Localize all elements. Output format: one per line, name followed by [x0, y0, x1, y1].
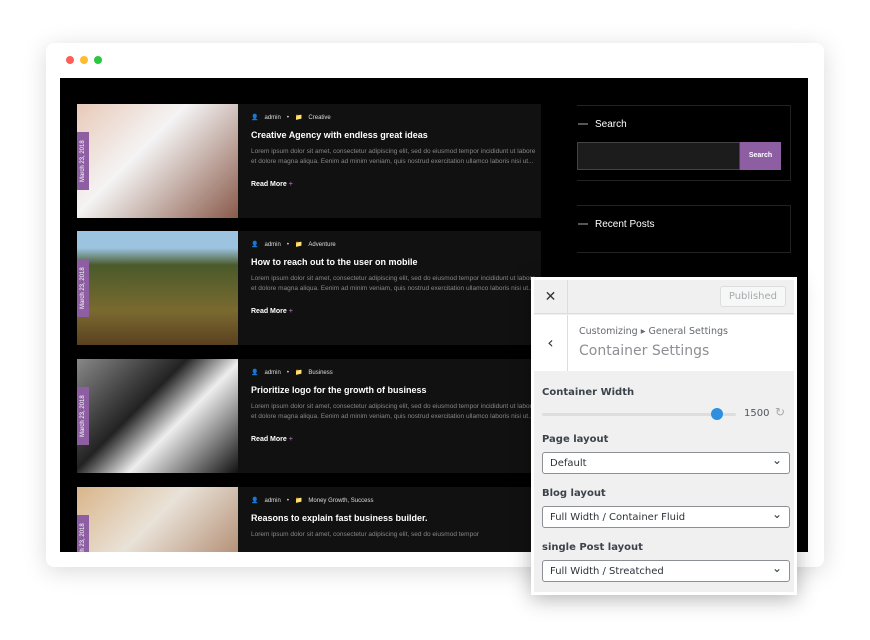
minimize-dot[interactable]	[80, 56, 88, 64]
post-card: March 23, 2018 👤 admin • 📁 Money Growth, Suc…	[77, 487, 541, 552]
user-icon: 👤	[251, 498, 259, 504]
plus-icon: +	[288, 436, 293, 443]
recent-posts-title: Recent Posts	[577, 219, 655, 230]
post-category[interactable]: Money Growth, Success	[308, 498, 373, 504]
post-date: March 23, 2018	[77, 515, 89, 552]
slider-handle[interactable]	[710, 408, 723, 420]
separator-dot: •	[286, 114, 289, 121]
post-date: March 23, 2018	[77, 259, 89, 317]
post-author[interactable]: admin	[264, 498, 280, 504]
post-card: March 23, 2018 👤 admin • 📁 Creative Creative…	[77, 104, 541, 218]
plus-icon: +	[288, 181, 293, 188]
user-icon: 👤	[251, 242, 259, 248]
folder-icon: 📁	[294, 370, 303, 376]
page-layout-label: Page layout	[542, 434, 609, 445]
search-widget-title: Search	[578, 119, 627, 130]
blog-layout-select[interactable]: Full Width / Container Fluid	[542, 506, 790, 528]
single-post-layout-select[interactable]: Full Width / Streatched	[542, 560, 790, 582]
post-excerpt: Lorem ipsum dolor sit amet, consectetur …	[251, 148, 536, 165]
post-image[interactable]	[77, 359, 238, 473]
folder-icon: 📁	[294, 115, 303, 121]
post-category[interactable]: Creative	[308, 115, 330, 121]
post-author[interactable]: admin	[264, 115, 280, 121]
post-image[interactable]	[77, 231, 238, 345]
user-icon: 👤	[251, 115, 259, 121]
user-icon: 👤	[251, 370, 259, 376]
post-title[interactable]: Reasons to explain fast business builder…	[251, 513, 536, 523]
recent-posts-widget: Recent Posts	[577, 205, 791, 253]
read-more-label: Read More	[251, 308, 287, 315]
post-title[interactable]: Prioritize logo for the growth of busine…	[251, 385, 536, 395]
back-chevron-icon[interactable]: ‹	[534, 315, 568, 371]
published-button[interactable]: Published	[719, 286, 786, 307]
read-more-link[interactable]: Read More +	[251, 308, 536, 315]
post-excerpt: Lorem ipsum dolor sit amet, consectetur …	[251, 275, 536, 292]
container-width-slider[interactable]	[542, 408, 736, 420]
breadcrumb: Customizing ▸ General Settings	[579, 326, 728, 337]
read-more-label: Read More	[251, 181, 287, 188]
separator-dot: •	[286, 369, 289, 376]
post-category[interactable]: Adventure	[308, 242, 335, 248]
single-post-layout-label: single Post layout	[542, 542, 643, 553]
page-layout-select[interactable]: Default	[542, 452, 790, 474]
post-card: March 23, 2018 👤 admin • 📁 Business Prioriti…	[77, 359, 541, 473]
close-dot[interactable]	[66, 56, 74, 64]
separator-dot: •	[286, 497, 289, 504]
container-width-label: Container Width	[542, 387, 635, 398]
maximize-dot[interactable]	[94, 56, 102, 64]
reset-icon[interactable]: ↻	[775, 405, 785, 419]
post-title[interactable]: Creative Agency with endless great ideas	[251, 130, 536, 140]
post-image[interactable]	[77, 487, 238, 552]
folder-icon: 📁	[294, 242, 303, 248]
blog-layout-label: Blog layout	[542, 488, 606, 499]
container-width-value: 1500	[744, 408, 770, 419]
read-more-link[interactable]: Read More +	[251, 181, 536, 188]
post-excerpt: Lorem ipsum dolor sit amet, consectetur …	[251, 531, 479, 538]
panel-title: Container Settings	[579, 343, 710, 359]
read-more-link[interactable]: Read More +	[251, 436, 536, 443]
separator-dot: •	[286, 241, 289, 248]
plus-icon: +	[288, 308, 293, 315]
search-widget: Search Search	[577, 105, 791, 181]
post-date: March 23, 2018	[77, 132, 89, 190]
post-category[interactable]: Business	[308, 370, 332, 376]
post-excerpt: Lorem ipsum dolor sit amet, consectetur …	[251, 403, 536, 420]
search-input[interactable]	[577, 142, 740, 170]
post-title[interactable]: How to reach out to the user on mobile	[251, 257, 536, 267]
read-more-label: Read More	[251, 436, 287, 443]
post-card: March 23, 2018 👤 admin • 📁 Adventure How to …	[77, 231, 541, 345]
post-author[interactable]: admin	[264, 242, 280, 248]
search-button[interactable]: Search	[740, 142, 781, 170]
post-image[interactable]	[77, 104, 238, 218]
customizer-panel: ✕ Published ‹ Customizing ▸ General Sett…	[531, 277, 797, 595]
close-icon[interactable]: ✕	[534, 280, 568, 314]
post-date: March 23, 2018	[77, 387, 89, 445]
post-author[interactable]: admin	[264, 370, 280, 376]
folder-icon: 📁	[294, 498, 303, 504]
